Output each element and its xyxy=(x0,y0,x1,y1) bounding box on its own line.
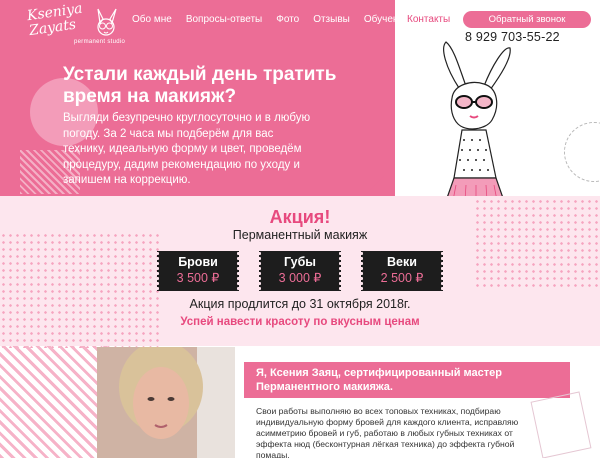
ticket-price: 3 500 ₽ xyxy=(176,271,220,285)
promo-deadline: Акция продлится до 31 октября 2018г. xyxy=(189,297,411,311)
main-nav: Обо мне Вопросы-ответы Фото Отзывы Обуче… xyxy=(132,14,424,25)
ticket-label: Губы xyxy=(284,255,316,269)
nav-item-about[interactable]: Обо мне xyxy=(132,14,172,25)
ticket-price: 3 000 ₽ xyxy=(278,271,322,285)
price-ticket-brows[interactable]: Брови 3 500 ₽ xyxy=(156,251,240,291)
logo[interactable]: Kseniya Zayats permanent studio xyxy=(26,1,148,51)
about-decor-frame xyxy=(530,391,592,458)
master-photo xyxy=(97,347,235,458)
promo-title: Акция! xyxy=(269,207,331,227)
price-ticket-lips[interactable]: Губы 3 000 ₽ xyxy=(258,251,342,291)
about-text: Свои работы выполняю во всех топовых тех… xyxy=(256,406,519,458)
about-title: Я, Ксения Заяц, сертифицированный мастер… xyxy=(256,367,503,393)
hero-text: Выгляди безупречно круглосуточно и в люб… xyxy=(63,112,311,186)
decor-dashed-circle xyxy=(564,122,600,182)
promo-subtitle: Перманентный макияж xyxy=(232,228,368,242)
nav-item-reviews[interactable]: Отзывы xyxy=(313,14,350,25)
callback-button[interactable]: Обратный звонок xyxy=(463,11,591,28)
nav-item-photo[interactable]: Фото xyxy=(276,14,299,25)
logo-name: Kseniya Zayats xyxy=(26,0,84,40)
portrait-illustration xyxy=(97,347,235,458)
promo-cta[interactable]: Успей навести красоту по вкусным ценам xyxy=(0,316,600,328)
logo-studio: permanent studio xyxy=(74,39,126,45)
nav-item-training[interactable]: Обучение xyxy=(364,14,410,25)
ticket-price: 2 500 ₽ xyxy=(380,271,424,285)
nav-item-faq[interactable]: Вопросы-ответы xyxy=(186,14,262,25)
bunny-logo-icon xyxy=(97,8,117,36)
promo-decor-dots-left xyxy=(0,232,160,348)
ticket-label: Веки xyxy=(387,255,417,269)
about-decor-stripes xyxy=(0,346,112,458)
nav-item-contacts[interactable]: Контакты xyxy=(407,14,450,25)
ticket-label: Брови xyxy=(178,255,218,269)
hero-title: Устали каждый день тратить время на маки… xyxy=(63,64,337,107)
price-ticket-eyelids[interactable]: Веки 2 500 ₽ xyxy=(360,251,444,291)
